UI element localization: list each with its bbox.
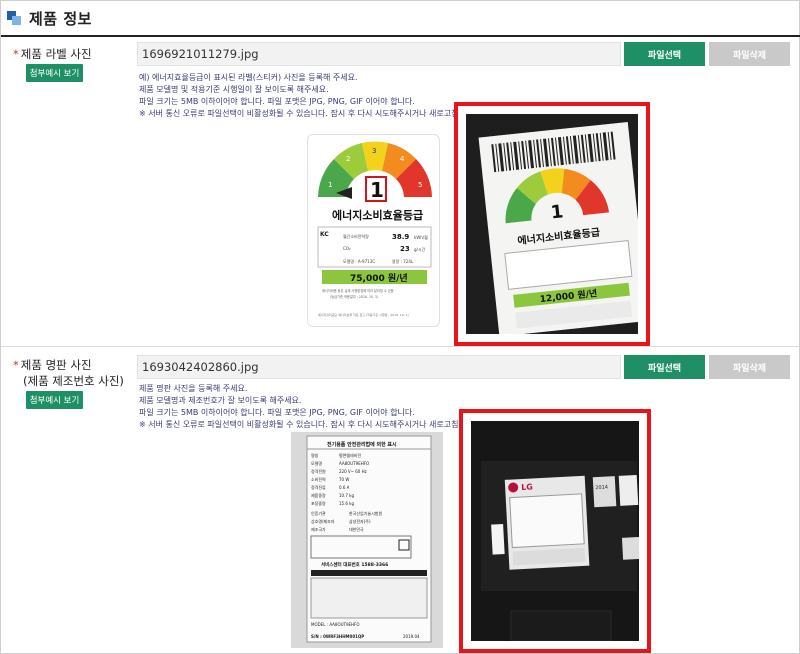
line1-label: 월간소비전력량	[343, 233, 369, 239]
row1-note: 파일 크기는 5MB 이하이어야 합니다. 파일 포맷은 JPG, PNG, G…	[139, 97, 415, 106]
line1-unit: kWh/월	[414, 234, 428, 240]
nameplate-graphic: 전기용품 안전관리법에 의한 표시 명칭 평면텔레비전 모델명 AA8OUT9EHF…	[306, 435, 432, 643]
row-divider	[1, 346, 800, 347]
nameplate-key: 제품중량	[311, 492, 326, 498]
line2-unit: g/시간	[414, 246, 426, 252]
nameplate-key: 상호명/제조자	[311, 518, 335, 524]
nameplate-value: 70 W	[339, 477, 349, 482]
nameplate-key: 정격전원	[311, 468, 326, 474]
nameplate-value: 대한민국	[349, 526, 364, 532]
row2-file-delete-button[interactable]: 파일삭제	[709, 355, 790, 379]
row1-file-delete-button[interactable]: 파일삭제	[709, 42, 790, 66]
energy-grade-title: 에너지소비효율등급	[332, 208, 423, 222]
row2-label-text: 제품 명판 사진	[20, 358, 92, 372]
nameplate-value: 15.6 kg	[339, 501, 354, 506]
row1-note: 제품 모델명 및 적용기준 시행일이 잘 보이도록 해주세요.	[139, 85, 329, 94]
row1-note: 예) 에너지효율등급이 표시된 라벨(스티커) 사진을 등록해 주세요.	[139, 73, 358, 82]
service-number: 서비스센터 대표번호 1588-3366	[321, 561, 388, 568]
nameplate-photo-image: LG 2014	[471, 421, 639, 641]
nameplate-key: 소비전력	[311, 476, 326, 482]
line2-value: 23	[400, 245, 410, 253]
nameplate-title: 전기용품 안전관리법에 의한 표시	[327, 441, 397, 448]
row1-uploaded-photo: 1 에너지소비효율등급 12,000 원/년	[454, 102, 650, 346]
line1-value: 38.9	[392, 233, 409, 241]
bottom-note: 에너지관리공단 에너지효율 자료 참고 (적용기준 시행일 : 2018. 10…	[318, 312, 409, 317]
row1-label-text: 제품 라벨 사진	[20, 47, 92, 61]
scale-label: 1	[328, 181, 332, 189]
row1-filename-field[interactable]: 1696921011279.jpg	[137, 42, 621, 66]
label-photo-image: 1 에너지소비효율등급 12,000 원/년	[466, 114, 638, 334]
nameplate-example: 전기용품 안전관리법에 의한 표시 명칭 평면텔레비전 모델명 AA8OUT9EHF…	[291, 432, 443, 648]
row1-label: * 제품 라벨 사진	[13, 47, 92, 61]
year-text: 2014	[595, 484, 608, 491]
serial-line: S/N : 0WRF3HHM001QP	[311, 634, 364, 639]
nameplate-value: 평면텔레비전	[339, 452, 361, 458]
scale-label: 5	[418, 181, 422, 189]
row2-uploaded-photo: LG 2014	[459, 409, 651, 653]
row2-label-sub: (제품 제조번호 사진)	[23, 374, 124, 388]
section-icon	[7, 11, 23, 25]
footnote: (등급기준 적용일자 : 2018. 10. 1)	[330, 294, 378, 299]
energy-label-example: 1 2 3 4 5 1 에너지소비효율등급 KC 월간소비전력량 38.9 kW…	[307, 134, 440, 327]
photo-grade: 1	[550, 201, 565, 223]
nameplate-value: 0.6 A	[339, 485, 350, 490]
row2-sample-button[interactable]: 첨부예시 보기	[26, 391, 83, 409]
annual-cost: 75,000 원/년	[350, 272, 408, 284]
capacity-label: 용량 : 724L	[392, 258, 414, 264]
row2-note: 파일 크기는 5MB 이하이어야 합니다. 파일 포맷은 JPG, PNG, G…	[139, 408, 415, 417]
brand-text: LG	[521, 482, 533, 492]
nameplate-key: 정격전류	[311, 484, 326, 490]
nameplate-value: 한국산업기술시험원	[349, 510, 382, 516]
nameplate-key: 명칭	[311, 452, 319, 458]
nameplate-key: 제조국가	[311, 526, 326, 532]
footnote: 에너지비용 등은 실제 사용환경에 따라 달라질 수 있음	[322, 288, 394, 293]
nameplate-value: 삼성전자(주)	[349, 518, 371, 524]
row1-file-select-button[interactable]: 파일선택	[624, 42, 705, 66]
scale-label: 2	[346, 155, 350, 163]
model-line: MODEL : AA8OUT9EHFO	[311, 622, 360, 627]
nameplate-value: 10.7 kg	[339, 493, 354, 498]
row2-note: 제품 명판 사진을 등록해 주세요.	[139, 384, 248, 393]
section-title: 제품 정보	[29, 9, 92, 28]
nameplate-value: AA8OUT9EHFO	[339, 461, 369, 466]
nameplate-key: 인증기관	[311, 510, 326, 516]
line2-label: CO₂	[343, 246, 351, 251]
model-label: 모델명 : A-9713C	[343, 258, 375, 264]
top-rule	[1, 35, 800, 37]
scale-label: 3	[372, 147, 376, 155]
kc-mark: KC	[320, 231, 329, 238]
section-header: 제품 정보	[7, 7, 92, 29]
energy-gauge-graphic: 1 2 3 4 5 1 에너지소비효율등급 KC 월간소비전력량 38.9 kW…	[317, 141, 432, 317]
row1-sample-button[interactable]: 첨부예시 보기	[26, 64, 83, 82]
row2-filename-field[interactable]: 1693042402860.jpg	[137, 355, 621, 379]
scale-label: 4	[400, 155, 405, 163]
row2-note: 제품 모델명과 제조번호가 잘 보이도록 해주세요.	[139, 396, 302, 405]
nameplate-value: 220 V~ 60 Hz	[339, 469, 367, 474]
energy-grade: 1	[370, 178, 384, 202]
date-line: 2019.04	[403, 634, 420, 639]
nameplate-key: 포장중량	[311, 500, 326, 506]
nameplate-key: 모델명	[311, 460, 322, 466]
row2-label: * 제품 명판 사진	[13, 358, 92, 372]
row2-file-select-button[interactable]: 파일선택	[624, 355, 705, 379]
